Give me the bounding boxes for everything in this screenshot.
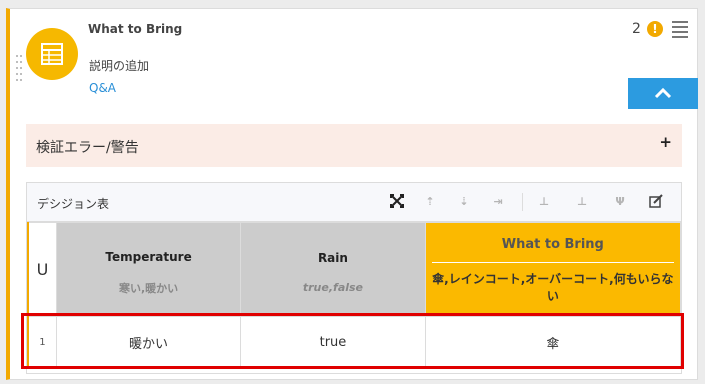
expand-icon[interactable] — [389, 194, 405, 210]
row-index: 1 — [26, 316, 57, 369]
edit-icon[interactable] — [648, 194, 664, 210]
input-values: 寒い,暖かい — [118, 281, 179, 295]
table-icon — [26, 28, 78, 80]
alert-label: 検証エラー/警告 — [36, 140, 139, 156]
warning-count: 2 — [632, 21, 641, 37]
description-text[interactable]: 説明の追加 — [89, 57, 149, 74]
drag-handle-icon[interactable] — [16, 55, 24, 83]
decision-table-grid: U Temperature 寒い,暖かい Rain true,false Wha… — [26, 222, 682, 369]
table-row: 1 暖かい true 傘 — [26, 316, 682, 369]
cell-output[interactable]: 傘 — [424, 316, 682, 369]
collapse-button[interactable] — [628, 78, 698, 109]
toolbar-divider — [522, 193, 523, 211]
expand-plus-icon[interactable]: + — [659, 133, 672, 151]
add-rule-above-icon[interactable]: ⇡ — [422, 194, 438, 210]
qa-link[interactable]: Q&A — [89, 81, 116, 95]
decision-table-toolbar: デシジョン表 ⇡ ⇣ ⇥ ⊥ ⊥ Ψ — [27, 183, 681, 222]
input-values: true,false — [302, 281, 364, 294]
input-name: Rain — [317, 251, 348, 265]
warning-icon[interactable]: ! — [647, 21, 663, 37]
cell-temperature[interactable]: 暖かい — [55, 316, 242, 369]
input-header-temperature[interactable]: Temperature 寒い,暖かい — [55, 222, 242, 317]
remove-rule-icon[interactable]: ⇥ — [490, 194, 506, 210]
output-header[interactable]: What to Bring 傘,レインコート,オーバーコート,何もいらない — [424, 222, 682, 317]
decision-table: デシジョン表 ⇡ ⇣ ⇥ ⊥ ⊥ Ψ U Temperature 寒い,暖かい … — [26, 182, 682, 374]
page-title[interactable]: What to Bring — [88, 22, 182, 36]
add-input-icon[interactable]: ⊥ — [536, 194, 552, 210]
cell-rain[interactable]: true — [240, 316, 426, 369]
output-values: 傘,レインコート,オーバーコート,何もいらない — [432, 272, 674, 303]
menu-icon[interactable] — [672, 21, 688, 38]
input-header-rain[interactable]: Rain true,false — [240, 222, 426, 317]
output-name: What to Bring — [431, 223, 674, 263]
input-name: Temperature — [105, 249, 192, 264]
hit-policy-cell[interactable]: U — [26, 222, 57, 317]
validation-alert-bar[interactable]: 検証エラー/警告 + — [26, 124, 682, 167]
add-output-icon[interactable]: ⊥ — [574, 194, 590, 210]
decision-table-label: デシジョン表 — [37, 197, 110, 211]
add-rule-below-icon[interactable]: ⇣ — [456, 194, 472, 210]
chevron-up-icon — [654, 88, 672, 99]
remove-column-icon[interactable]: Ψ — [612, 194, 628, 210]
